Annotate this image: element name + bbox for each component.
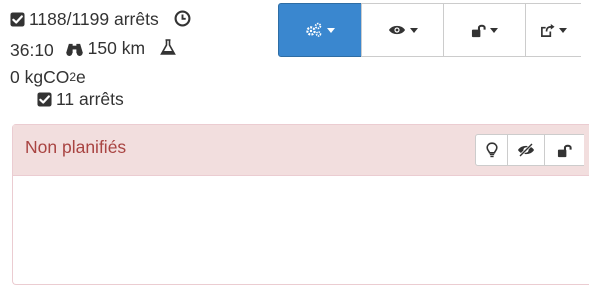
unplanned-panel: Non planifiés [12, 124, 589, 285]
caret-down-icon [490, 27, 498, 33]
stats-line-1: 1188/1199 arrêts [10, 6, 272, 35]
visibility-dropdown-button[interactable] [361, 3, 444, 57]
hide-button[interactable] [507, 134, 545, 166]
binoculars-icon [65, 41, 84, 56]
co2-stat: 0 kgCO 2 e [10, 64, 86, 91]
unlock-icon [557, 143, 572, 158]
duration-text: 36:10 [10, 40, 54, 60]
unplanned-stops-text: 11 arrêts [56, 89, 124, 109]
eye-icon [388, 24, 406, 36]
distance-stat: 150 km [65, 35, 145, 62]
caret-down-icon [559, 27, 567, 33]
share-icon [540, 23, 555, 38]
check-square-icon [10, 12, 25, 27]
stats-line-2: 36:10 150 km [10, 35, 272, 64]
route-stats: 1188/1199 arrêts 36:10 150 km 0 kgCO 2 e [10, 6, 272, 91]
panel-header-buttons [475, 134, 584, 166]
distance-text: 150 km [87, 38, 146, 58]
lock-dropdown-button[interactable] [443, 3, 526, 57]
settings-dropdown-button[interactable] [278, 3, 362, 57]
unlock-icon [471, 23, 486, 38]
highlight-button[interactable] [475, 134, 508, 166]
co2-subscript: 2 [69, 70, 77, 84]
stops-done-text: 1188/1199 arrêts [29, 9, 159, 29]
check-square-icon [37, 92, 52, 107]
lightbulb-icon [485, 142, 498, 158]
map-toolbar [278, 3, 581, 57]
stops-stat: 1188/1199 arrêts [10, 6, 159, 33]
caret-down-icon [409, 27, 418, 33]
unplanned-stops-item[interactable]: 11 arrêts [37, 89, 124, 110]
flask-icon [160, 39, 176, 56]
gears-icon [305, 22, 323, 38]
panel-title: Non planifiés [25, 137, 127, 157]
unlock-button[interactable] [544, 134, 584, 166]
caret-down-icon [327, 27, 335, 33]
co2-prefix: 0 kgCO [10, 67, 70, 87]
duration-stat: 36:10 [10, 37, 54, 64]
stats-line-3: 0 kgCO 2 e [10, 64, 272, 91]
co2-suffix: e [76, 67, 86, 87]
unplanned-panel-header: Non planifiés [13, 125, 589, 176]
eye-slash-icon [517, 143, 535, 157]
share-dropdown-button[interactable] [525, 3, 581, 57]
clock-icon [174, 10, 191, 27]
